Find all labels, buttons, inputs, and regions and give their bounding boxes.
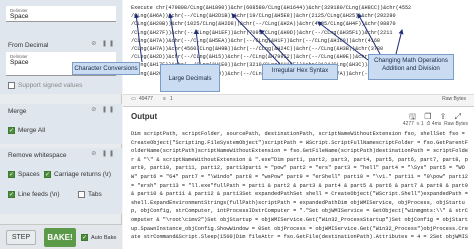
input-length-icon: ▭ <box>131 96 136 102</box>
checkbox-label: Auto Bake <box>91 234 117 241</box>
checkbox-icon[interactable] <box>8 127 15 134</box>
support-signed-checkbox[interactable]: Support signed values <box>8 82 82 89</box>
disable-pause-icons[interactable]: ⊘ ❚❚ <box>91 106 116 113</box>
op-title: Remove whitespace <box>8 152 67 159</box>
checkbox-label: Merge All <box>18 127 46 135</box>
callout-character-conversions: Character Conversions <box>72 62 140 75</box>
step-button[interactable]: STEP <box>6 230 36 245</box>
merge-all-checkbox[interactable]: Merge All <box>8 127 45 134</box>
input-line[interactable]: /CLng(&H27F))&chr(--/CLng(&H1EF))&chr(70… <box>131 29 469 37</box>
op-title: Merge <box>8 108 27 115</box>
input-length: 49477 <box>139 96 153 102</box>
field-value[interactable]: Space <box>10 13 28 20</box>
line-feeds-checkbox[interactable]: Line feeds (\n) <box>8 191 60 198</box>
output-raw-bytes[interactable]: Raw Bytes <box>444 121 468 127</box>
recipe-panel: Delimiter Space From Decimal ⊘ ❚❚ Delimi… <box>0 0 122 249</box>
op-title: From Decimal <box>8 42 49 49</box>
output-lines: 1 <box>421 121 424 127</box>
output-pane: Output 🖫 ❐ ⇪ ⤢ 4277 ≡ 1 ⏱ 4ms Raw Bytes … <box>123 106 474 249</box>
tabs-checkbox[interactable]: Tabs <box>78 191 102 198</box>
input-line[interactable]: /CLng(&H20B))&chr(1025/CLng(&H2D8))&chr(… <box>131 20 469 28</box>
input-line[interactable]: /CLng(&H6A))&chr(--/CLng(&H2D1B))&chr(19… <box>131 12 469 20</box>
bake-button[interactable]: BAKE! <box>44 228 76 247</box>
callout-changing-math: Changing Math Operations Addition and Di… <box>368 54 454 80</box>
spaces-checkbox[interactable]: Spaces <box>8 171 40 178</box>
input-line[interactable]: /CLng(&H7A))&chr(4560/CLng(&H9B))&chr(--… <box>131 45 469 53</box>
field-value[interactable]: Space <box>10 59 28 66</box>
checkbox-label: Tabs <box>88 191 102 199</box>
auto-bake-checkbox[interactable]: Auto Bake <box>81 234 116 241</box>
output-status: 4277 ≡ 1 ⏱ 4ms Raw Bytes <box>402 121 468 127</box>
delimiter-field-1[interactable]: Delimiter Space <box>6 6 116 22</box>
carriage-returns-checkbox[interactable]: Carriage returns (\r) <box>44 171 111 178</box>
output-length: 4277 <box>402 121 414 127</box>
output-time: 4ms <box>431 121 442 127</box>
recipe-op-remove-whitespace: Remove whitespace ⊘ ❚❚ Spaces Carriage r… <box>0 148 122 214</box>
checkbox-label: Spaces <box>18 171 40 179</box>
disable-pause-icons[interactable]: ⊘ ❚❚ <box>91 150 116 157</box>
input-raw-bytes[interactable]: Raw Bytes <box>442 96 466 102</box>
callout-irregular-hex: Irregular Hex Syntax <box>262 64 338 80</box>
output-text[interactable]: Dim scriptPath, scriptFolder, sourcePath… <box>131 130 469 240</box>
checkbox-icon[interactable] <box>44 171 51 178</box>
recipe-op-merge: Merge ⊘ ❚❚ Merge All <box>0 104 122 144</box>
checkbox-icon[interactable] <box>8 82 15 89</box>
checkbox-icon[interactable] <box>8 191 15 198</box>
bake-controls: STEP BAKE! Auto Bake <box>0 224 122 249</box>
checkbox-label: Carriage returns (\r) <box>54 171 112 179</box>
output-title: Output <box>131 112 158 121</box>
input-status-bar: ▭ 49477 ≡ 1 Raw Bytes <box>123 94 474 104</box>
callout-large-decimals: Large Decimals <box>160 64 220 92</box>
checkbox-label: Support signed values <box>18 82 83 90</box>
recipe-op-1: Delimiter Space <box>0 0 122 38</box>
input-lines: 1 <box>170 96 173 102</box>
input-line[interactable]: Execute chr(479808/CLng(&H1890))&chr(608… <box>131 4 469 12</box>
checkbox-label: Line feeds (\n) <box>18 191 60 199</box>
input-line[interactable]: /CLng(&H7A))&chr(--/CLng(&H5EA))&chr(--/… <box>131 37 469 45</box>
checkbox-icon[interactable] <box>81 234 88 241</box>
checkbox-icon[interactable] <box>78 191 85 198</box>
input-lines-icon: ≡ <box>163 96 166 102</box>
disable-pause-icons[interactable]: ⊘ ❚❚ <box>91 40 116 47</box>
checkbox-icon[interactable] <box>8 171 15 178</box>
